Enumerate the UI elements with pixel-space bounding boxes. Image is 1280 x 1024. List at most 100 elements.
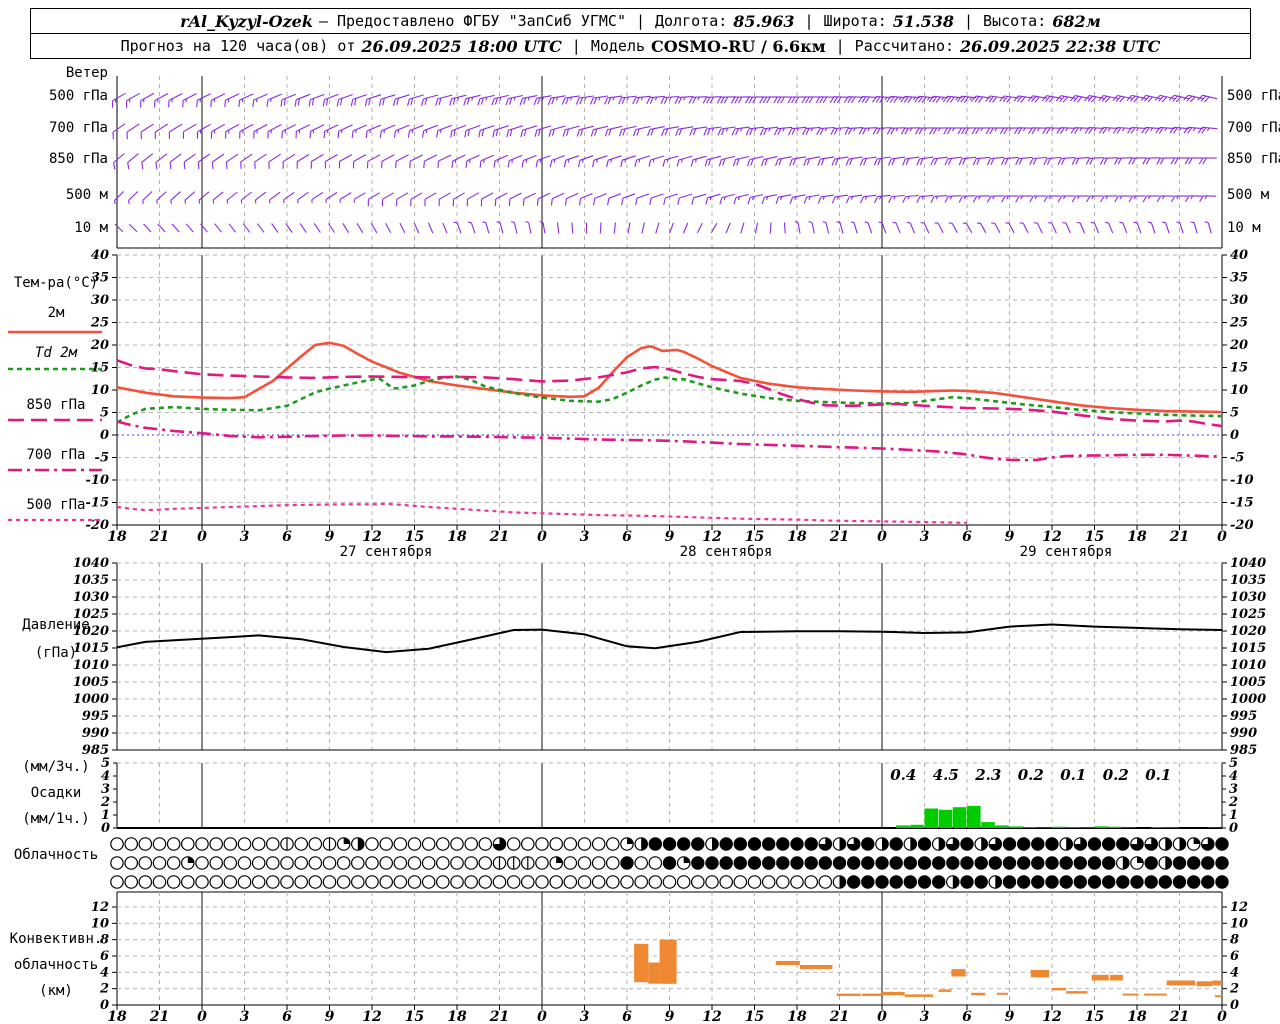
svg-text:15: 15	[745, 1009, 764, 1024]
svg-text:0.1: 0.1	[1145, 766, 1171, 784]
cloudiness-panel	[110, 837, 1229, 889]
svg-text:0.4: 0.4	[890, 766, 916, 784]
svg-text:4.5: 4.5	[933, 766, 959, 784]
svg-text:8: 8	[100, 933, 109, 948]
svg-text:0: 0	[1230, 998, 1239, 1013]
svg-text:20: 20	[1229, 338, 1248, 353]
cloud-row-2	[110, 856, 1229, 870]
svg-text:0: 0	[1229, 821, 1238, 836]
svg-text:5: 5	[100, 406, 109, 421]
svg-text:6: 6	[962, 1009, 972, 1024]
svg-text:30: 30	[91, 293, 109, 308]
svg-text:10: 10	[1230, 916, 1248, 931]
cloud-row-1	[110, 837, 1229, 851]
svg-text:12: 12	[702, 1009, 722, 1024]
svg-text:35: 35	[1230, 271, 1248, 286]
svg-text:0.2: 0.2	[1103, 766, 1129, 784]
svg-text:9: 9	[665, 1009, 675, 1024]
svg-text:3: 3	[920, 529, 930, 545]
svg-text:15: 15	[1085, 529, 1104, 545]
svg-text:18: 18	[107, 529, 127, 545]
svg-text:3: 3	[580, 529, 590, 545]
svg-text:21: 21	[1169, 529, 1189, 545]
svg-text:9: 9	[665, 529, 675, 545]
svg-text:20: 20	[90, 338, 109, 353]
svg-text:0: 0	[877, 529, 887, 545]
svg-text:18: 18	[1127, 529, 1147, 545]
cloud-row-3	[110, 875, 1229, 889]
svg-text:1025: 1025	[73, 607, 109, 622]
svg-text:0: 0	[1217, 1009, 1227, 1024]
svg-text:15: 15	[405, 1009, 424, 1024]
svg-text:6: 6	[282, 529, 292, 545]
svg-text:6: 6	[622, 529, 632, 545]
svg-text:27 сентября: 27 сентября	[340, 544, 433, 560]
svg-text:28 сентября: 28 сентября	[680, 544, 773, 560]
svg-text:40: 40	[91, 248, 109, 263]
svg-text:9: 9	[325, 529, 335, 545]
svg-text:-10: -10	[1230, 473, 1254, 488]
svg-text:0: 0	[197, 529, 207, 545]
svg-text:1010: 1010	[1230, 658, 1266, 673]
svg-text:2: 2	[1229, 982, 1239, 997]
svg-text:10: 10	[91, 383, 109, 398]
svg-text:0.1: 0.1	[1060, 766, 1086, 784]
convective-panel: 12 1210 108 86 64 42 20 018 21 0 3 6 9 12 15 18 21 0 3 6 9 12…	[91, 891, 1248, 1024]
temperature-panel: 40 4035 3530 3025 2520 2015 1510 105 50 0-5 -5-10-…	[8, 248, 1254, 560]
svg-text:6: 6	[962, 529, 972, 545]
svg-text:25: 25	[90, 316, 109, 331]
svg-text:12: 12	[1042, 529, 1062, 545]
svg-text:1020: 1020	[73, 624, 109, 639]
svg-text:9: 9	[325, 1009, 335, 1024]
svg-text:1025: 1025	[1230, 607, 1266, 622]
svg-text:1040: 1040	[73, 556, 109, 571]
svg-text:0: 0	[1217, 529, 1227, 545]
svg-text:1000: 1000	[1230, 692, 1266, 707]
svg-text:18: 18	[447, 529, 467, 545]
svg-text:10: 10	[1230, 383, 1248, 398]
svg-text:6: 6	[1230, 949, 1239, 964]
svg-text:6: 6	[100, 949, 109, 964]
svg-text:2.3: 2.3	[974, 766, 1001, 784]
svg-text:-5: -5	[1230, 451, 1244, 466]
svg-text:3: 3	[580, 1009, 590, 1024]
svg-text:6: 6	[622, 1009, 632, 1024]
svg-text:0: 0	[197, 1009, 207, 1024]
svg-text:1035: 1035	[1230, 573, 1266, 588]
svg-text:-5: -5	[95, 451, 109, 466]
svg-text:1005: 1005	[73, 675, 109, 690]
svg-text:21: 21	[489, 1009, 509, 1024]
svg-text:18: 18	[787, 529, 807, 545]
svg-text:990: 990	[82, 726, 109, 741]
svg-text:-20: -20	[1230, 518, 1254, 533]
svg-text:1015: 1015	[1230, 641, 1266, 656]
svg-text:21: 21	[149, 1009, 169, 1024]
svg-text:12: 12	[91, 900, 109, 915]
svg-text:1020: 1020	[1230, 624, 1266, 639]
meteogram-plot: 40 4035 3530 3025 2520 2015 1510 105 50 0-5 -5-10-…	[8, 76, 1266, 1024]
precip-bars	[896, 805, 1222, 829]
svg-text:21: 21	[829, 529, 849, 545]
svg-text:25: 25	[1229, 316, 1248, 331]
svg-text:-15: -15	[1230, 496, 1254, 511]
svg-text:0: 0	[537, 1009, 547, 1024]
svg-text:15: 15	[405, 529, 424, 545]
svg-text:12: 12	[362, 529, 382, 545]
svg-text:35: 35	[91, 271, 109, 286]
wind-panel	[111, 76, 1223, 249]
svg-text:0.2: 0.2	[1018, 766, 1044, 784]
svg-text:15: 15	[1230, 361, 1248, 376]
svg-text:21: 21	[829, 1009, 849, 1024]
svg-text:1035: 1035	[73, 573, 109, 588]
svg-text:0: 0	[1230, 428, 1239, 443]
temp-series-700-гПа	[116, 420, 1223, 462]
svg-text:10: 10	[91, 916, 109, 931]
svg-text:995: 995	[1230, 709, 1257, 724]
svg-text:21: 21	[489, 529, 509, 545]
svg-text:-15: -15	[86, 496, 110, 511]
svg-text:18: 18	[1127, 1009, 1147, 1024]
svg-text:18: 18	[787, 1009, 807, 1024]
svg-text:21: 21	[149, 529, 169, 545]
svg-text:0: 0	[537, 529, 547, 545]
svg-text:990: 990	[1230, 726, 1257, 741]
